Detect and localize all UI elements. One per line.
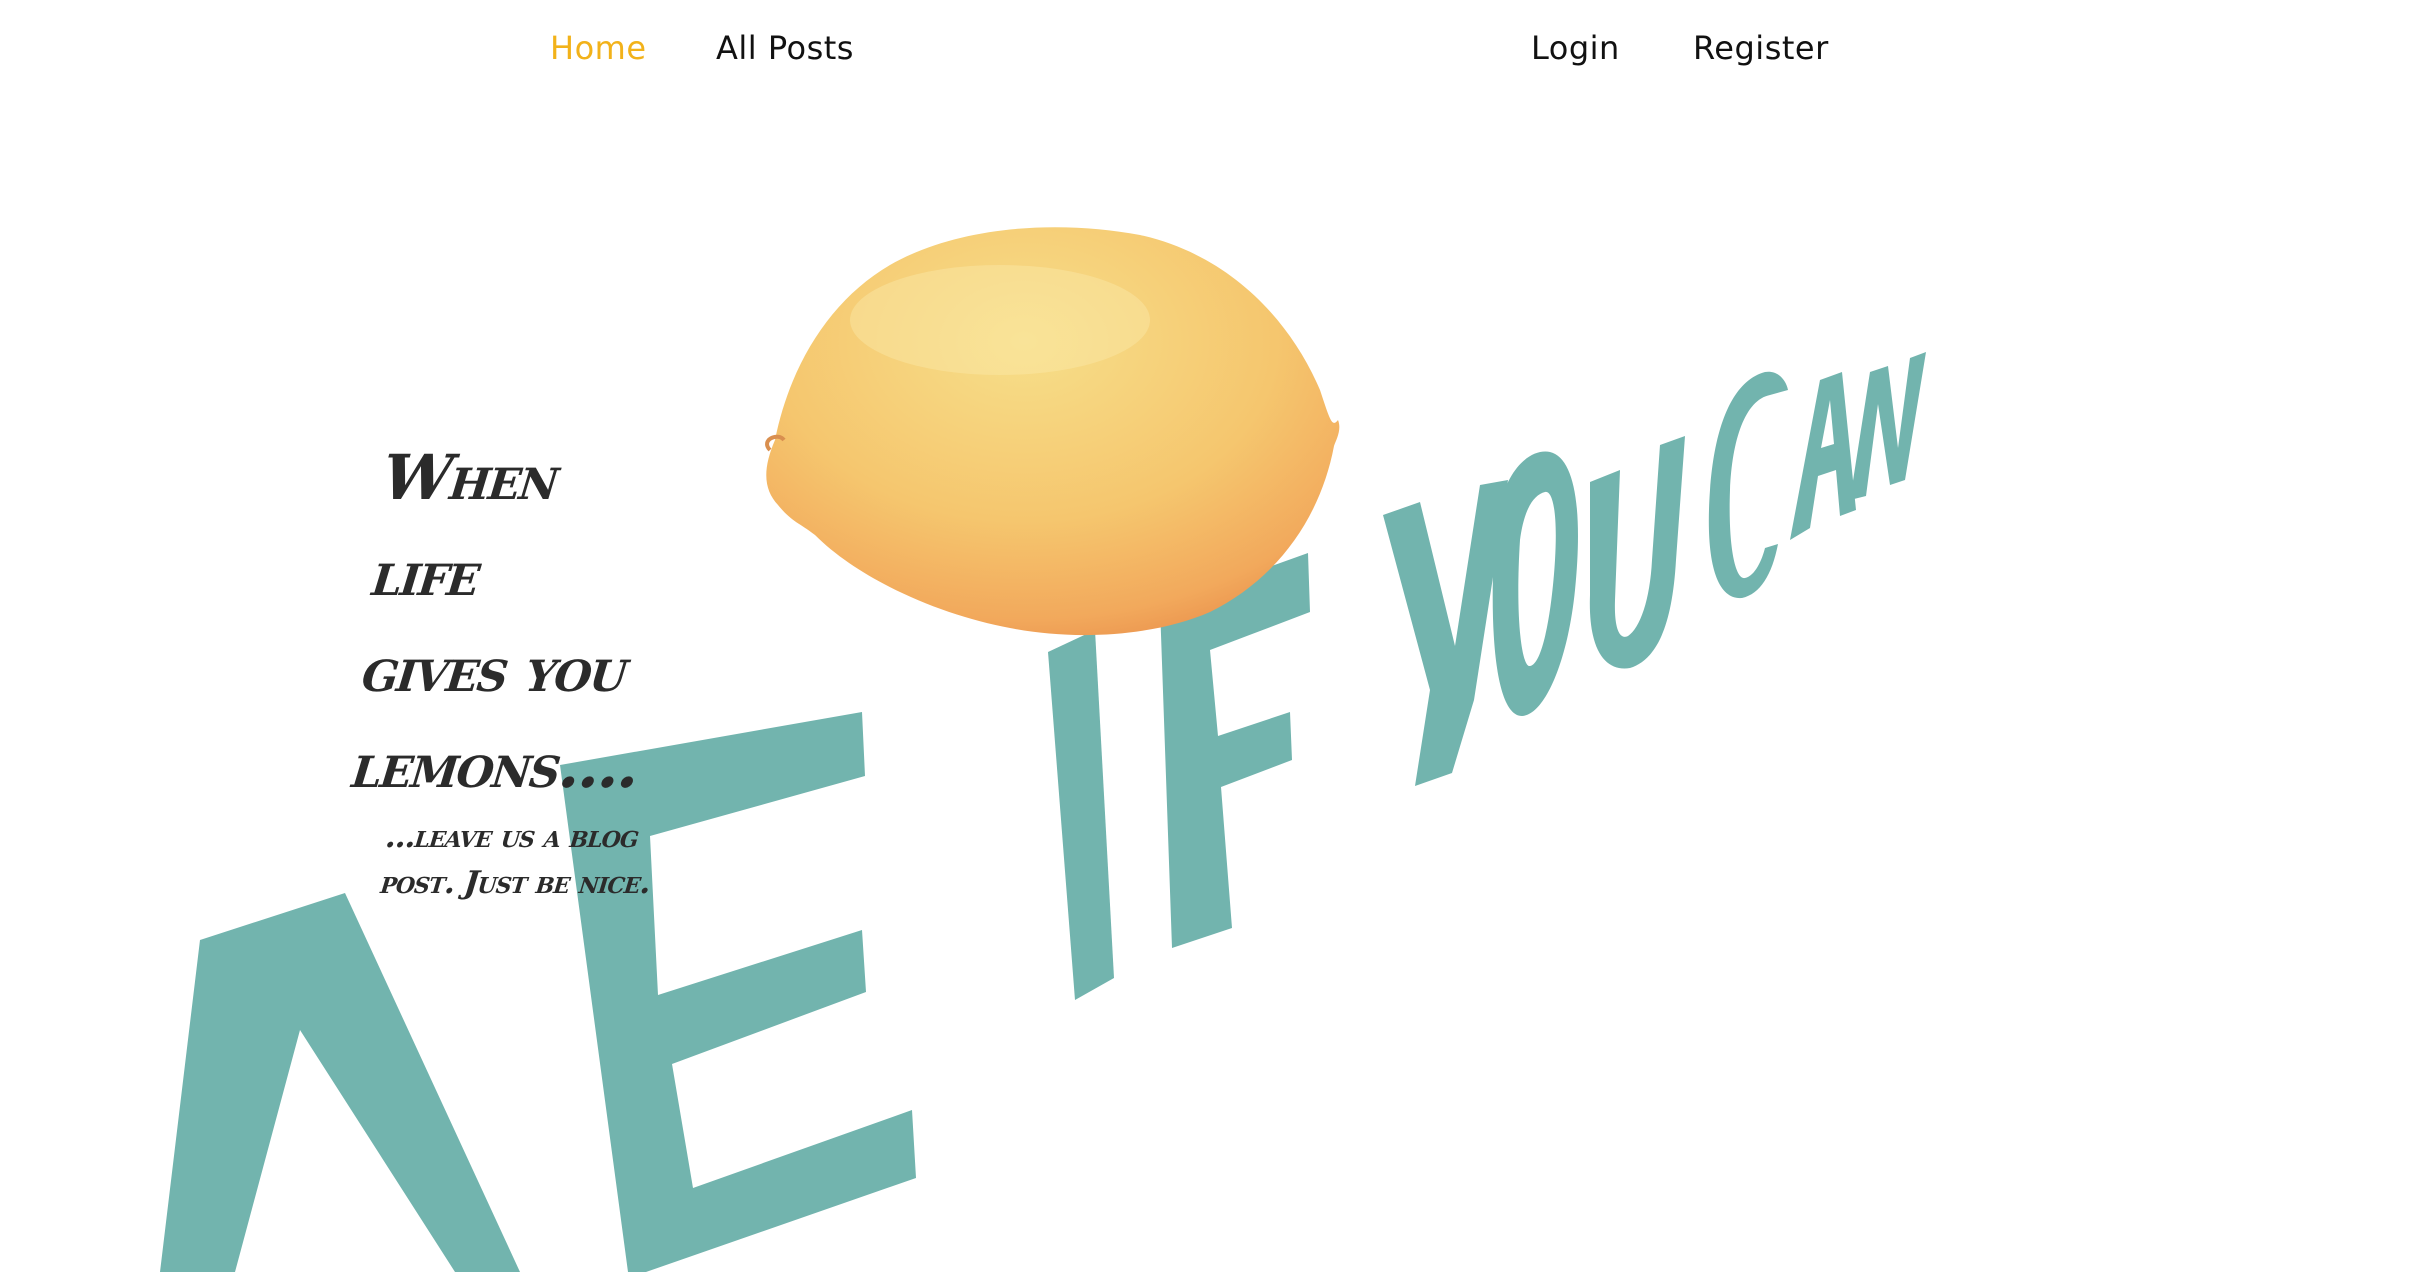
headline-line: lemons.... xyxy=(348,729,642,802)
nav-login-link[interactable]: Login xyxy=(1531,24,1620,72)
hero-headline: When life gives you lemons.... xyxy=(348,430,688,814)
headline-line: When xyxy=(379,441,562,514)
nav-all-posts-link[interactable]: All Posts xyxy=(716,24,854,72)
nav-home-link[interactable]: Home xyxy=(550,24,647,72)
nav-register-link[interactable]: Register xyxy=(1693,24,1829,72)
hero-subline: ...leave us a blog post. Just be nice. xyxy=(378,819,652,901)
top-nav: Home All Posts Login Register xyxy=(0,0,2426,100)
hero-tagline: When life gives you lemons.... ...leave … xyxy=(349,430,688,906)
headline-line: life xyxy=(369,537,483,610)
lemon-image xyxy=(765,227,1340,636)
headline-line: gives you xyxy=(358,633,630,706)
hero-art xyxy=(160,227,1926,1272)
